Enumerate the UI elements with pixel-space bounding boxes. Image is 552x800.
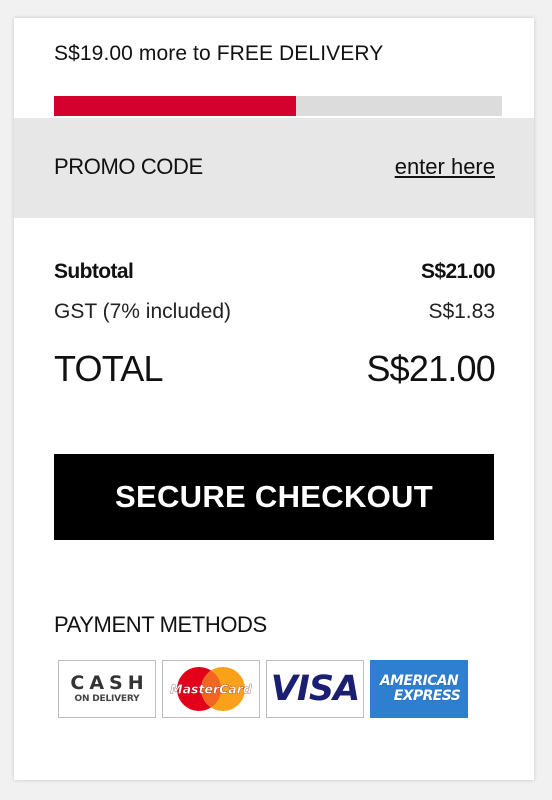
mastercard-logo-graphic: MasterCard [170,667,253,711]
visa-icon: VISA [266,660,364,718]
cart-summary-card: S$19.00 more to FREE DELIVERY PROMO CODE… [14,18,534,780]
cash-on-delivery-icon: CASH ON DELIVERY [58,660,156,718]
cash-on-delivery-line1: CASH [70,672,149,694]
gst-row: GST (7% included) S$1.83 [54,300,495,324]
subtotal-label: Subtotal [54,260,134,283]
secure-checkout-button[interactable]: SECURE CHECKOUT [54,454,494,540]
free-delivery-banner: S$19.00 more to FREE DELIVERY [54,42,502,116]
american-express-icon: AMERICAN EXPRESS [370,660,468,718]
mastercard-text: MasterCard [170,682,253,697]
payment-methods-title: PAYMENT METHODS [54,612,267,637]
visa-text: VISA [270,669,360,709]
gst-value: S$1.83 [428,300,495,323]
promo-code-section: PROMO CODE enter here [14,118,534,218]
total-value: S$21.00 [366,348,495,389]
enter-promo-code-link[interactable]: enter here [395,154,495,180]
free-delivery-progress-fill [54,96,296,116]
cash-on-delivery-line2: ON DELIVERY [74,694,140,704]
subtotal-row: Subtotal S$21.00 [54,260,496,284]
free-delivery-progress-bar [54,96,502,116]
subtotal-value: S$21.00 [420,260,496,283]
total-label: TOTAL [54,348,164,389]
total-row: TOTAL S$21.00 [54,348,496,390]
gst-label: GST (7% included) [54,300,232,323]
amex-line2: EXPRESS [393,688,461,704]
promo-code-label: PROMO CODE [54,154,203,179]
mastercard-icon: MasterCard [162,660,260,718]
free-delivery-message: S$19.00 more to FREE DELIVERY [54,42,384,65]
payment-methods-logos: CASH ON DELIVERY MasterCard VISA AMERICA… [58,660,468,718]
amex-line1: AMERICAN [379,673,459,689]
